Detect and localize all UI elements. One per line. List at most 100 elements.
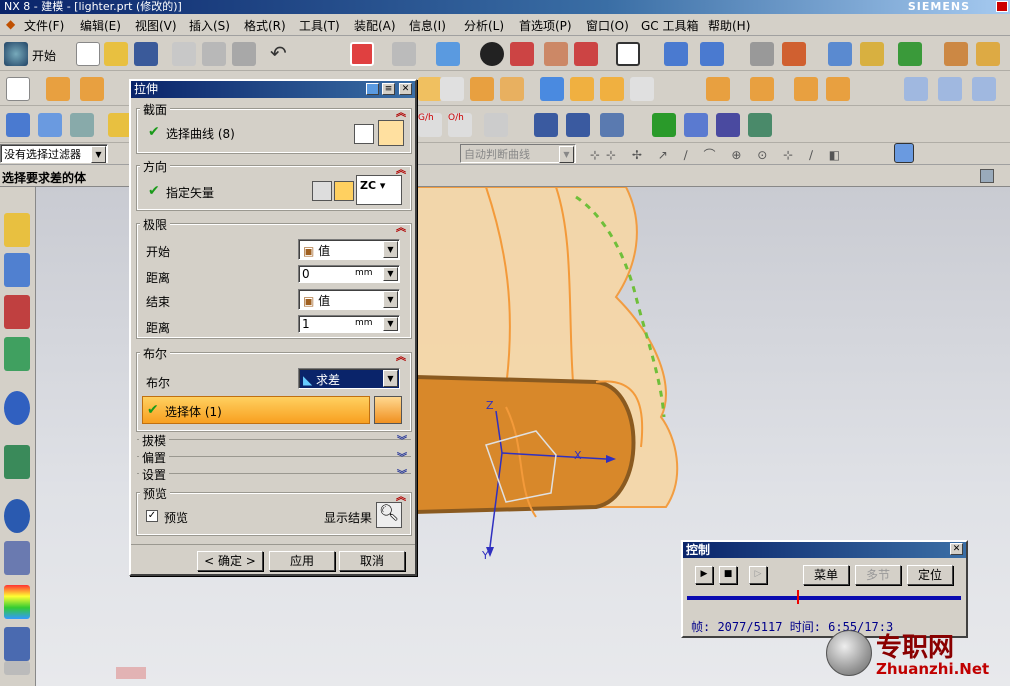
control-titlebar[interactable]: 控制 ✕	[683, 542, 966, 558]
playback-position-marker[interactable]	[796, 590, 799, 604]
menu-preferences[interactable]: 首选项(P)	[519, 17, 572, 34]
web-browser-icon[interactable]	[4, 391, 30, 425]
probe-icon[interactable]	[484, 113, 508, 137]
wcs-icon[interactable]	[782, 42, 806, 66]
pocket-icon[interactable]	[470, 77, 494, 101]
edit-section-icon[interactable]	[544, 42, 568, 66]
curve-rule-combo[interactable]: 自动判断曲线 ▼	[460, 144, 576, 163]
collapse-chevron-icon[interactable]: ︽	[396, 161, 406, 176]
preview-checkbox[interactable]: ✓	[146, 510, 158, 522]
menu-window[interactable]: 窗口(O)	[586, 17, 629, 34]
collapse-chevron-icon[interactable]: ︽	[396, 219, 406, 234]
dialog-reset-icon[interactable]	[366, 83, 379, 95]
skip-icon[interactable]: ▷	[749, 566, 767, 584]
start-option-combo[interactable]: ▣ 值 ▼	[298, 239, 400, 260]
magnifier-icon[interactable]: 🔍︎	[376, 502, 402, 528]
measure-icon[interactable]	[828, 42, 852, 66]
hole-icon[interactable]	[418, 77, 442, 101]
section-button[interactable]: 多节	[855, 565, 901, 585]
unite-icon[interactable]	[706, 77, 730, 101]
o-h-icon[interactable]: O/h	[448, 113, 472, 137]
expand-chevron-icon[interactable]: ︾	[397, 449, 407, 464]
dialog-menu-icon[interactable]: ≡	[382, 83, 395, 95]
menu-button[interactable]: 菜单	[803, 565, 849, 585]
boolean-combo[interactable]: ◣ 求差 ▼	[298, 368, 400, 389]
start-distance-input[interactable]: 0 mm ▼	[298, 265, 400, 283]
move-component-icon[interactable]	[664, 42, 688, 66]
menu-analysis[interactable]: 分析(L)	[464, 17, 504, 34]
menu-file[interactable]: 文件(F)	[24, 17, 64, 34]
dialog-titlebar[interactable]: 拉伸 ≡ ✕	[131, 81, 415, 98]
angle-icon[interactable]	[976, 42, 1000, 66]
close-window-icon[interactable]	[996, 1, 1008, 12]
menu-assembly[interactable]: 装配(A)	[354, 17, 396, 34]
expand-chevron-icon[interactable]: ︾	[397, 432, 407, 447]
constraint-navigator-icon[interactable]	[4, 253, 30, 287]
scroll-icon[interactable]	[4, 661, 30, 675]
copy-icon[interactable]	[202, 42, 226, 66]
open-folder-icon[interactable]	[104, 42, 128, 66]
end-distance-input[interactable]: 1 mm ▼	[298, 315, 400, 333]
sketch-section-icon[interactable]	[354, 124, 374, 144]
chevron-down-icon[interactable]: ▼	[91, 146, 106, 163]
mesh-icon[interactable]	[972, 77, 996, 101]
menu-gc-toolbox[interactable]: GC 工具箱	[641, 17, 699, 34]
reuse-library-icon[interactable]	[4, 337, 30, 371]
boss-icon[interactable]	[440, 77, 464, 101]
fit-view-icon[interactable]	[350, 42, 374, 66]
down-arrow-icon[interactable]: ▼	[383, 267, 398, 281]
snap-settings-icon[interactable]	[894, 143, 914, 163]
play-icon[interactable]	[898, 42, 922, 66]
cylinder-icon[interactable]	[534, 113, 558, 137]
section-view-icon[interactable]	[510, 42, 534, 66]
save-icon[interactable]	[134, 42, 158, 66]
specify-vector-label[interactable]: 指定矢量	[166, 184, 214, 201]
roles-icon[interactable]	[4, 627, 30, 661]
table-icon[interactable]	[684, 113, 708, 137]
playback-slider[interactable]	[687, 596, 961, 600]
menu-info[interactable]: 信息(I)	[409, 17, 446, 34]
chevron-down-icon[interactable]: ▼	[383, 291, 398, 308]
start-icon[interactable]	[4, 42, 28, 66]
undo-icon[interactable]: ↶	[270, 42, 294, 66]
paste-icon[interactable]	[232, 42, 256, 66]
vector-dialog-icon[interactable]	[334, 181, 354, 201]
layer-settings-icon[interactable]	[38, 113, 62, 137]
extrude-icon[interactable]	[46, 77, 70, 101]
dialog-close-icon[interactable]: ✕	[399, 83, 412, 95]
body-select-icon[interactable]	[374, 396, 402, 424]
draft-group[interactable]: 拔模 ︾	[137, 432, 411, 449]
history-icon[interactable]	[4, 445, 30, 479]
through-curves-icon[interactable]	[938, 77, 962, 101]
edge-blend-icon[interactable]	[570, 77, 594, 101]
assembly-constraint-icon[interactable]	[700, 42, 724, 66]
view-restore-icon[interactable]	[980, 169, 994, 183]
gear-icon[interactable]	[600, 113, 624, 137]
collapse-chevron-icon[interactable]: ︽	[396, 488, 406, 503]
g-h-icon[interactable]: G/h	[418, 113, 442, 137]
ok-button[interactable]: < 确定 >	[197, 551, 263, 571]
collapse-chevron-icon[interactable]: ︽	[396, 104, 406, 119]
block-icon[interactable]	[540, 77, 564, 101]
trim-body-icon[interactable]	[826, 77, 850, 101]
chevron-down-icon[interactable]: ▼	[383, 241, 398, 258]
chevron-down-icon[interactable]: ▼	[383, 370, 398, 387]
curve-select-icon[interactable]	[378, 120, 404, 146]
select-body-row[interactable]: ✔ 选择体 (1)	[142, 396, 370, 424]
surface-icon[interactable]	[904, 77, 928, 101]
background-icon[interactable]	[616, 42, 640, 66]
ruler-icon[interactable]	[944, 42, 968, 66]
shell-icon[interactable]	[630, 77, 654, 101]
check-icon[interactable]	[652, 113, 676, 137]
part-navigator-icon[interactable]	[4, 295, 30, 329]
system-materials-icon[interactable]	[4, 541, 30, 575]
down-arrow-icon[interactable]: ▼	[383, 317, 398, 331]
collapse-chevron-icon[interactable]: ︽	[396, 348, 406, 363]
cut-icon[interactable]	[172, 42, 196, 66]
end-option-combo[interactable]: ▣ 值 ▼	[298, 289, 400, 310]
layer-icon[interactable]	[750, 42, 774, 66]
menu-format[interactable]: 格式(R)	[244, 17, 286, 34]
spring-icon[interactable]	[566, 113, 590, 137]
start-button[interactable]: 开始	[32, 47, 56, 64]
menu-tools[interactable]: 工具(T)	[299, 17, 340, 34]
